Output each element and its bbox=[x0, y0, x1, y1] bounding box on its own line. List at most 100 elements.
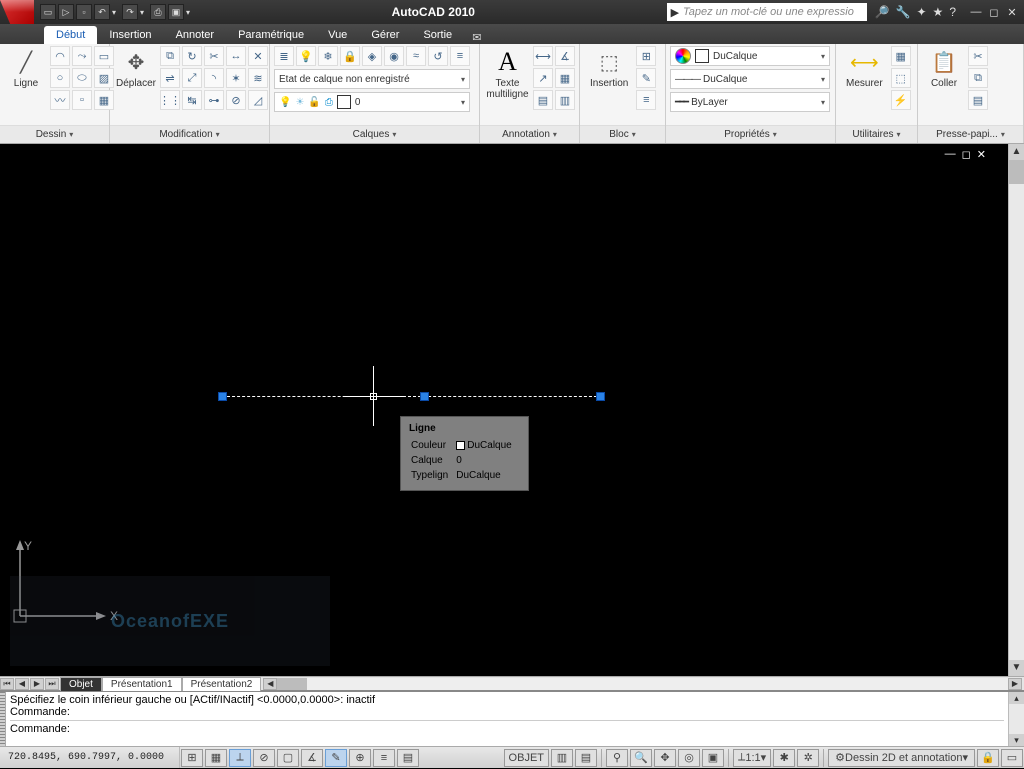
snap-button[interactable]: ⊞ bbox=[181, 749, 203, 767]
annovis-icon[interactable]: ✱ bbox=[773, 749, 795, 767]
spline-icon[interactable]: 〰 bbox=[50, 90, 70, 110]
coller-button[interactable]: 📋 Coller bbox=[922, 46, 966, 91]
screen-icon[interactable]: ▣ bbox=[168, 4, 184, 20]
lwt-button[interactable]: ≡ bbox=[373, 749, 395, 767]
calc-icon[interactable]: ▦ bbox=[891, 46, 911, 66]
ducs-button[interactable]: ✎ bbox=[325, 749, 347, 767]
qat-menu[interactable]: ▾ bbox=[186, 4, 194, 20]
tab-insertion[interactable]: Insertion bbox=[97, 26, 163, 44]
clip-copy-icon[interactable]: ⧉ bbox=[968, 68, 988, 88]
save-icon[interactable]: ▫ bbox=[76, 4, 92, 20]
drawing-canvas[interactable]: — ◻ ✕ Ligne CouleurDuCalque Calque0 Type… bbox=[0, 144, 1008, 676]
chamfer-icon[interactable]: ◿ bbox=[248, 90, 268, 110]
infocenter-exchange-icon[interactable]: ✦ bbox=[916, 5, 926, 19]
cleanscreen-icon[interactable]: ▭ bbox=[1001, 749, 1023, 767]
leader-icon[interactable]: ↗ bbox=[533, 68, 553, 88]
mtext-icon[interactable]: ▤ bbox=[533, 90, 553, 110]
mirror-icon[interactable]: ⇌ bbox=[160, 68, 180, 88]
linetype-dropdown[interactable]: ———DuCalque bbox=[670, 69, 830, 89]
tab-annoter[interactable]: Annoter bbox=[164, 26, 227, 44]
layout-tab-p1[interactable]: Présentation1 bbox=[102, 677, 182, 691]
help-icon[interactable]: ? bbox=[949, 5, 956, 19]
panel-calques[interactable]: Calques bbox=[270, 125, 479, 143]
dim-linear-icon[interactable]: ⟷ bbox=[533, 46, 553, 66]
pycon-icon[interactable]: ⚲ bbox=[606, 749, 628, 767]
point-icon[interactable]: ▫ bbox=[72, 90, 92, 110]
scale-icon[interactable]: ⤢ bbox=[182, 68, 202, 88]
infocenter-key-icon[interactable]: 🔧 bbox=[896, 5, 911, 19]
otrack-button[interactable]: ∡ bbox=[301, 749, 323, 767]
infocenter-binoculars-icon[interactable]: 🔎 bbox=[875, 5, 890, 19]
osnap-button[interactable]: ▢ bbox=[277, 749, 299, 767]
rotate-icon[interactable]: ↻ bbox=[182, 46, 202, 66]
field-icon[interactable]: ▥ bbox=[555, 90, 575, 110]
quick-icon[interactable]: ⚡ bbox=[891, 90, 911, 110]
scroll-thumb[interactable] bbox=[1009, 160, 1024, 184]
tab-gerer[interactable]: Gérer bbox=[359, 26, 411, 44]
layer-make-icon[interactable]: ◉ bbox=[384, 46, 404, 66]
select-icon[interactable]: ⬚ bbox=[891, 68, 911, 88]
panel-modification[interactable]: Modification bbox=[110, 125, 269, 143]
panel-annotation[interactable]: Annotation bbox=[480, 125, 579, 143]
coordinates-readout[interactable]: 720.8495, 690.7997, 0.0000 bbox=[0, 747, 180, 768]
tab-vue[interactable]: Vue bbox=[316, 26, 359, 44]
ligne-button[interactable]: ╱ Ligne bbox=[4, 46, 48, 91]
horizontal-scrollbar[interactable]: ◀ ▶ bbox=[263, 678, 1022, 690]
layer-off-icon[interactable]: 💡 bbox=[296, 46, 316, 66]
break-icon[interactable]: ⊘ bbox=[226, 90, 246, 110]
layer-prev-icon[interactable]: ↺ bbox=[428, 46, 448, 66]
undo-icon[interactable]: ↶ bbox=[94, 4, 110, 20]
vertical-scrollbar[interactable]: ▲ ▼ bbox=[1008, 144, 1024, 676]
quickview-layouts-icon[interactable]: ▥ bbox=[551, 749, 573, 767]
layer-props-icon[interactable]: ≣ bbox=[274, 46, 294, 66]
tab-sortie[interactable]: Sortie bbox=[411, 26, 464, 44]
fillet-icon[interactable]: ◝ bbox=[204, 68, 224, 88]
annoscale-button[interactable]: ⟂ 1:1 ▾ bbox=[733, 749, 771, 767]
offset-icon[interactable]: ≋ bbox=[248, 68, 268, 88]
hscroll-thumb[interactable] bbox=[277, 678, 307, 690]
extend-icon[interactable]: ↔ bbox=[226, 46, 246, 66]
trim-icon[interactable]: ✂ bbox=[204, 46, 224, 66]
layer-more-icon[interactable]: ≡ bbox=[450, 46, 470, 66]
ellipse-icon[interactable]: ⬭ bbox=[72, 68, 92, 88]
grip-end[interactable] bbox=[596, 392, 605, 401]
tab-nav-next[interactable]: ▶ bbox=[30, 678, 44, 690]
hscroll-right-icon[interactable]: ▶ bbox=[1008, 678, 1022, 690]
space-button[interactable]: OBJET bbox=[504, 749, 549, 767]
close-button[interactable]: ✕ bbox=[1004, 6, 1020, 19]
tab-nav-first[interactable]: ⏮ bbox=[0, 678, 14, 690]
layer-match-icon[interactable]: ≈ bbox=[406, 46, 426, 66]
copy-icon[interactable]: ⧉ bbox=[160, 46, 180, 66]
grid-button[interactable]: ▦ bbox=[205, 749, 227, 767]
array-icon[interactable]: ⋮⋮ bbox=[160, 90, 180, 110]
block-create-icon[interactable]: ⊞ bbox=[636, 46, 656, 66]
arc-icon[interactable]: ◠ bbox=[50, 46, 70, 66]
infocenter-favorite-icon[interactable]: ★ bbox=[933, 5, 944, 19]
new-icon[interactable]: ▭ bbox=[40, 4, 56, 20]
cmd-scroll-down-icon[interactable]: ▾ bbox=[1009, 734, 1024, 746]
grip-start[interactable] bbox=[218, 392, 227, 401]
stretch-icon[interactable]: ↹ bbox=[182, 90, 202, 110]
explode-icon[interactable]: ✶ bbox=[226, 68, 246, 88]
panel-bloc[interactable]: Bloc bbox=[580, 125, 665, 143]
undo-dropdown[interactable]: ▾ bbox=[112, 4, 120, 20]
workspace-switcher[interactable]: ⚙ Dessin 2D et annotation ▾ bbox=[828, 749, 975, 767]
cmd-scroll-up-icon[interactable]: ▴ bbox=[1009, 692, 1024, 704]
selected-line-entity[interactable] bbox=[222, 396, 602, 397]
color-dropdown[interactable]: DuCalque bbox=[670, 46, 830, 66]
quickview-drawings-icon[interactable]: ▤ bbox=[575, 749, 597, 767]
match-icon[interactable]: ▤ bbox=[968, 90, 988, 110]
layer-iso-icon[interactable]: ◈ bbox=[362, 46, 382, 66]
hscroll-left-icon[interactable]: ◀ bbox=[263, 678, 277, 690]
block-attr-icon[interactable]: ≡ bbox=[636, 90, 656, 110]
command-window[interactable]: Spécifiez le coin inférieur gauche ou [A… bbox=[6, 692, 1008, 746]
minimize-button[interactable]: — bbox=[968, 6, 984, 19]
help-search[interactable]: ▶ Tapez un mot-clé ou une expressio bbox=[667, 3, 867, 21]
redo-dropdown[interactable]: ▾ bbox=[140, 4, 148, 20]
block-edit-icon[interactable]: ✎ bbox=[636, 68, 656, 88]
table-icon[interactable]: ▦ bbox=[555, 68, 575, 88]
annoauto-icon[interactable]: ✲ bbox=[797, 749, 819, 767]
deplacer-button[interactable]: ✥ Déplacer bbox=[114, 46, 158, 91]
bloc-insertion-button[interactable]: ⬚ Insertion bbox=[584, 46, 634, 91]
redo-icon[interactable]: ↷ bbox=[122, 4, 138, 20]
